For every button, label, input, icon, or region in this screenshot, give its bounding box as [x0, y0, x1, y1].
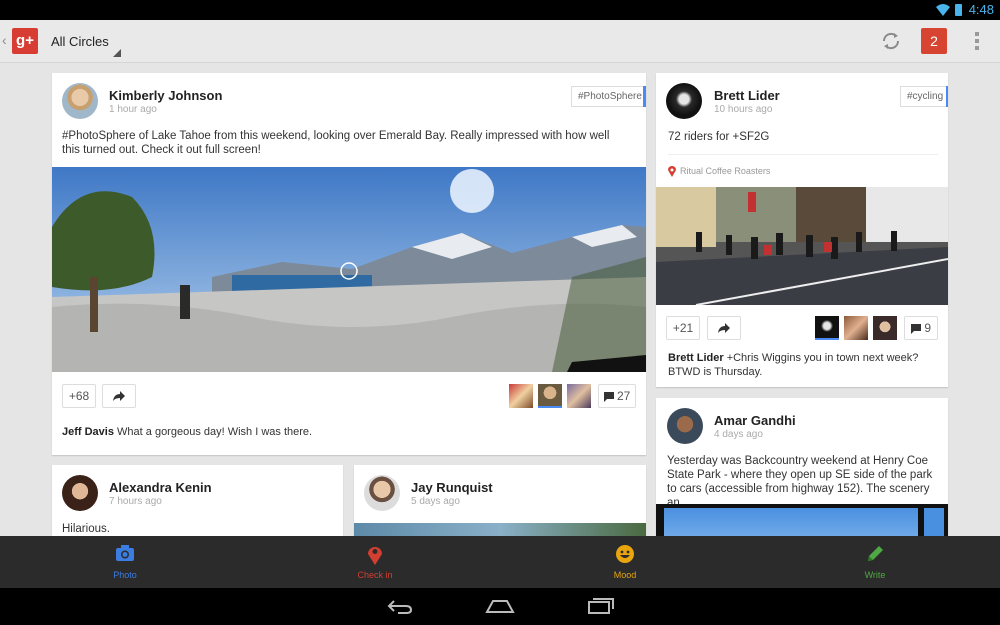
- notifications-button[interactable]: 2: [921, 28, 947, 54]
- system-nav-bar: [0, 588, 1000, 625]
- comment-count: 27: [616, 389, 631, 403]
- comments-button[interactable]: 27: [598, 384, 636, 408]
- location-label[interactable]: Ritual Coffee Roasters: [680, 166, 770, 176]
- checkin-label: Check in: [357, 570, 393, 580]
- photo-action[interactable]: Photo: [0, 536, 250, 588]
- cycling-photo[interactable]: [656, 187, 948, 305]
- post-card: Amar Gandhi 4 days ago Yesterday was Bac…: [656, 398, 948, 545]
- bottom-action-bar: Photo Check in Mood Write: [0, 536, 1000, 588]
- tag-accent: [946, 86, 948, 107]
- post-author[interactable]: Jay Runquist: [411, 480, 493, 495]
- comment-icon: [910, 323, 921, 334]
- home-icon[interactable]: [485, 598, 515, 614]
- clock: 4:48: [968, 2, 994, 17]
- post-author[interactable]: Brett Lider: [714, 88, 780, 103]
- plus-one-button[interactable]: +68: [62, 384, 96, 408]
- plusoner-avatar[interactable]: [873, 316, 897, 340]
- post-card: Brett Lider 10 hours ago #cycling 72 rid…: [656, 73, 948, 387]
- panorama-photo[interactable]: [52, 167, 646, 372]
- comment-count: 9: [924, 321, 932, 335]
- avatar[interactable]: [666, 83, 702, 119]
- write-action[interactable]: Write: [750, 536, 1000, 588]
- post-time: 1 hour ago: [109, 104, 157, 115]
- smiley-icon: [616, 545, 634, 563]
- recents-icon[interactable]: [587, 598, 615, 614]
- plusoner-avatar[interactable]: [815, 316, 839, 340]
- plusoner-avatar[interactable]: [509, 384, 533, 408]
- post-text: Hilarious.: [62, 523, 110, 535]
- avatar[interactable]: [667, 408, 703, 444]
- avatar[interactable]: [62, 83, 98, 119]
- comment-author[interactable]: Brett Lider: [668, 352, 724, 364]
- overflow-menu-icon[interactable]: [975, 32, 979, 50]
- top-comment: Jeff Davis What a gorgeous day! Wish I w…: [62, 425, 632, 439]
- refresh-icon[interactable]: [880, 30, 902, 52]
- post-text: #PhotoSphere of Lake Tahoe from this wee…: [62, 130, 610, 156]
- plusoner-avatar[interactable]: [538, 384, 562, 408]
- share-button[interactable]: [707, 316, 741, 340]
- post-author[interactable]: Alexandra Kenin: [109, 480, 212, 495]
- avatar[interactable]: [62, 475, 98, 511]
- comment-text: What a gorgeous day! Wish I was there.: [117, 426, 313, 438]
- mood-label: Mood: [613, 570, 637, 580]
- post-time: 7 hours ago: [109, 496, 162, 507]
- pencil-icon: [868, 546, 883, 561]
- share-button[interactable]: [102, 384, 136, 408]
- back-chevron-icon[interactable]: ‹: [2, 32, 7, 48]
- post-author[interactable]: Amar Gandhi: [714, 413, 796, 428]
- comment-author[interactable]: Jeff Davis: [62, 426, 114, 438]
- wifi-icon: [936, 4, 950, 16]
- circles-selector[interactable]: All Circles: [51, 34, 109, 49]
- checkin-action[interactable]: Check in: [250, 536, 500, 588]
- post-card: Jay Runquist 5 days ago: [354, 465, 646, 545]
- dropdown-caret-icon[interactable]: [113, 49, 121, 57]
- hashtag-chip[interactable]: #cycling: [900, 86, 948, 107]
- post-card: Kimberly Johnson 1 hour ago #PhotoSphere…: [52, 73, 646, 455]
- location-pin-icon: [368, 547, 382, 565]
- post-time: 4 days ago: [714, 429, 763, 440]
- post-time: 5 days ago: [411, 496, 460, 507]
- share-icon: [113, 391, 125, 401]
- battery-icon: [955, 4, 962, 16]
- camera-icon: [116, 545, 134, 561]
- location-pin-icon: [668, 166, 676, 177]
- post-time: 10 hours ago: [714, 104, 773, 115]
- post-author[interactable]: Kimberly Johnson: [109, 88, 222, 103]
- post-card: Alexandra Kenin 7 hours ago Hilarious.: [52, 465, 343, 545]
- avatar[interactable]: [364, 475, 400, 511]
- mood-action[interactable]: Mood: [500, 536, 750, 588]
- plus-one-button[interactable]: +21: [666, 316, 700, 340]
- write-label: Write: [864, 570, 886, 580]
- post-text: Yesterday was Backcountry weekend at Hen…: [667, 455, 933, 509]
- comments-button[interactable]: 9: [904, 316, 938, 340]
- back-icon[interactable]: [386, 598, 414, 614]
- tag-accent: [643, 86, 646, 107]
- plusoner-avatar[interactable]: [844, 316, 868, 340]
- share-icon: [718, 323, 730, 333]
- post-text: 72 riders for +SF2G: [668, 131, 770, 143]
- google-plus-logo[interactable]: g+: [12, 28, 38, 54]
- plusoner-avatar[interactable]: [567, 384, 591, 408]
- action-bar: ‹ g+ All Circles 2: [0, 20, 1000, 63]
- photo-label: Photo: [113, 570, 137, 580]
- top-comment: Brett Lider +Chris Wiggins you in town n…: [668, 351, 936, 379]
- status-bar: 4:48: [0, 0, 1000, 20]
- comment-icon: [603, 391, 614, 402]
- hashtag-chip[interactable]: #PhotoSphere: [571, 86, 646, 107]
